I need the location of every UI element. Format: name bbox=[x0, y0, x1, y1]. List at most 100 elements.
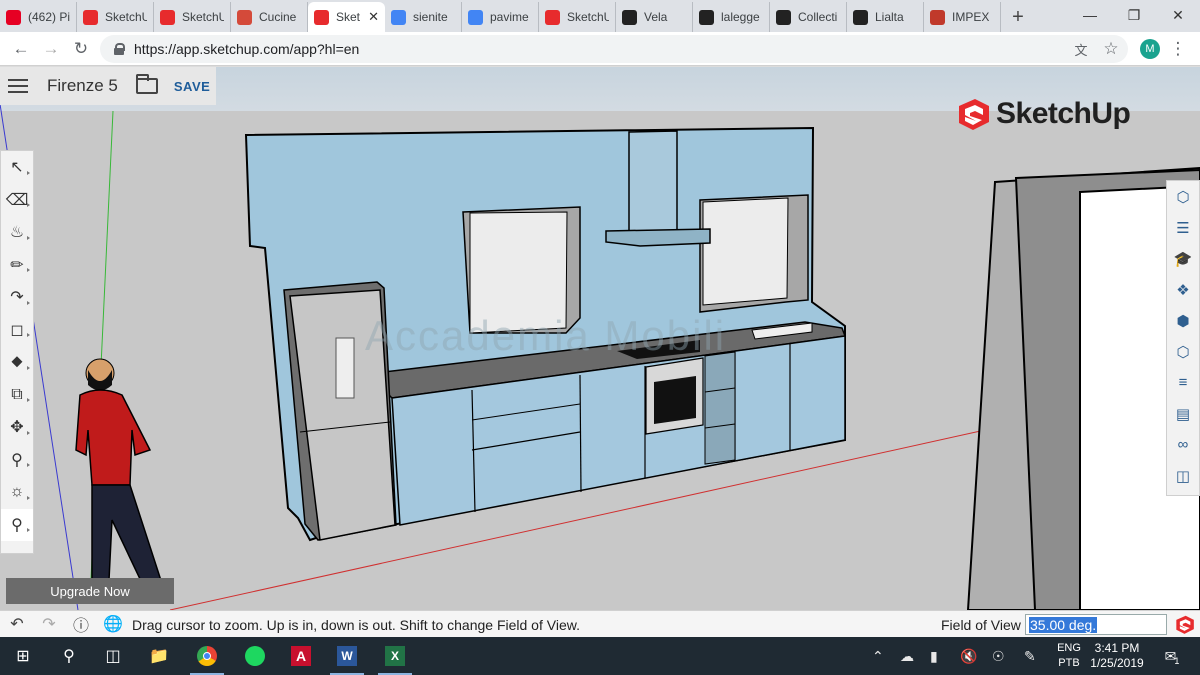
rectangle-tool-icon[interactable]: ◻ bbox=[1, 314, 33, 347]
new-tab-button[interactable]: + bbox=[1001, 2, 1035, 32]
autocad-icon[interactable]: A bbox=[278, 637, 324, 675]
google-icon bbox=[468, 9, 483, 25]
chrome-icon[interactable] bbox=[184, 637, 230, 675]
language-code: ENG bbox=[1057, 642, 1081, 654]
sketchup-logo-text: SketchUp bbox=[996, 97, 1131, 130]
open-folder-icon[interactable] bbox=[135, 74, 158, 94]
arc-tool-icon[interactable]: ↷ bbox=[1, 281, 33, 314]
z-site-icon bbox=[853, 9, 868, 25]
excel-icon[interactable]: X bbox=[372, 637, 418, 675]
onedrive-icon[interactable]: ☁ bbox=[900, 648, 914, 665]
browser-tab[interactable]: Vela bbox=[616, 2, 693, 32]
zoom-tool-icon[interactable]: ⚲ bbox=[1, 508, 33, 541]
orbit-tool-icon[interactable]: ☼ bbox=[1, 476, 33, 509]
back-icon[interactable]: ← bbox=[8, 36, 34, 62]
sketchup-logo: SketchUp bbox=[955, 96, 1131, 132]
help-icon[interactable]: ⓘ bbox=[68, 611, 94, 637]
redo-icon[interactable]: ↷ bbox=[36, 611, 62, 637]
action-center-icon[interactable]: ✉ 1 bbox=[1152, 637, 1192, 675]
spotify-icon[interactable] bbox=[232, 637, 278, 675]
hamburger-menu-icon[interactable] bbox=[8, 79, 28, 93]
a-site-icon bbox=[699, 9, 714, 25]
browser-tab[interactable]: lalegge bbox=[693, 2, 770, 32]
maximize-button[interactable]: ❐ bbox=[1112, 0, 1156, 30]
instructor-icon[interactable]: 🎓 bbox=[1167, 243, 1199, 274]
tab-title: Vela bbox=[644, 10, 668, 24]
sketchup-icon bbox=[83, 9, 98, 25]
close-window-button[interactable]: ✕ bbox=[1156, 0, 1200, 30]
scenes-icon[interactable]: ▤ bbox=[1167, 398, 1199, 429]
upgrade-now-button[interactable]: Upgrade Now bbox=[6, 578, 174, 604]
search-icon[interactable]: ⚲ bbox=[46, 637, 92, 675]
minimize-button[interactable]: — bbox=[1068, 0, 1112, 30]
tab-title: Collecti bbox=[798, 10, 838, 24]
move-tool-icon[interactable]: ✥ bbox=[1, 411, 33, 444]
system-clock[interactable]: 3:41 PM 1/25/2019 bbox=[1090, 641, 1144, 671]
browser-tab[interactable]: SketchU bbox=[154, 2, 231, 32]
left-toolbar: ↖ ⌫ ♨ ✏ ↷ ◻ ⬥ ⧉ ✥ ⚲ ☼ ⚲ bbox=[0, 150, 34, 554]
reload-icon[interactable]: ↻ bbox=[68, 36, 94, 62]
3d-warehouse-icon[interactable]: ◫ bbox=[1167, 460, 1199, 491]
sketchup-logo-icon bbox=[959, 99, 989, 130]
fov-input[interactable]: 35.00 deg. bbox=[1025, 614, 1167, 635]
word-icon[interactable]: W bbox=[324, 637, 370, 675]
volume-muted-icon[interactable]: 🔇 bbox=[960, 648, 977, 665]
layers-icon[interactable]: ≡ bbox=[1167, 367, 1199, 398]
browser-tab[interactable]: IMPEX bbox=[924, 2, 1001, 32]
person-shirt bbox=[75, 389, 152, 486]
browser-tab[interactable]: pavime bbox=[462, 2, 539, 32]
browser-tab[interactable]: Sket ✕ bbox=[308, 2, 385, 32]
battery-icon[interactable]: ▮ bbox=[930, 648, 938, 665]
model-viewport[interactable]: Accademia Mobili bbox=[0, 67, 1200, 610]
google-icon bbox=[391, 9, 406, 25]
styles-icon[interactable]: ⬡ bbox=[1167, 336, 1199, 367]
forward-icon[interactable]: → bbox=[38, 36, 64, 62]
wifi-icon[interactable]: ☉ bbox=[992, 648, 1005, 665]
undo-icon[interactable]: ↶ bbox=[4, 611, 30, 637]
url-field[interactable]: https://app.sketchup.com/app?hl=en bbox=[100, 35, 1128, 63]
tab-title: Cucine bbox=[259, 10, 297, 24]
close-tab-icon[interactable]: ✕ bbox=[368, 9, 379, 25]
tab-title: Lialta bbox=[875, 10, 904, 24]
outliner-icon[interactable]: ☰ bbox=[1167, 212, 1199, 243]
browser-tab[interactable]: SketchU bbox=[539, 2, 616, 32]
url-text: https://app.sketchup.com/app?hl=en bbox=[134, 41, 360, 57]
input-language[interactable]: ENG PTB bbox=[1054, 641, 1084, 671]
browser-tab[interactable]: Cucine bbox=[231, 2, 308, 32]
pen-icon[interactable]: ✎ bbox=[1024, 648, 1036, 665]
browser-tab[interactable]: sienite bbox=[385, 2, 462, 32]
watermark-text: Accademia Mobili bbox=[365, 312, 726, 359]
tab-title: SketchU bbox=[182, 10, 224, 24]
bookmark-star-icon[interactable]: ☆ bbox=[1098, 36, 1124, 62]
materials-icon[interactable]: ⬢ bbox=[1167, 305, 1199, 336]
show-hidden-icons-icon[interactable]: ⌃ bbox=[872, 648, 884, 665]
browser-menu-icon[interactable]: ⋮ bbox=[1165, 36, 1191, 62]
m-circle-icon bbox=[776, 9, 791, 25]
profile-avatar[interactable]: M bbox=[1140, 39, 1160, 59]
tab-title: pavime bbox=[490, 10, 529, 24]
line-tool-icon[interactable]: ✏ bbox=[1, 249, 33, 282]
tape-measure-tool-icon[interactable]: ⚲ bbox=[1, 444, 33, 477]
browser-tab[interactable]: Collecti bbox=[770, 2, 847, 32]
display-icon[interactable]: ∞ bbox=[1167, 429, 1199, 460]
windows-start-icon[interactable]: ⊞ bbox=[0, 637, 46, 675]
paint-bucket-tool-icon[interactable]: ♨ bbox=[1, 216, 33, 249]
sketchup-small-icon[interactable] bbox=[1174, 614, 1195, 635]
save-button[interactable]: SAVE bbox=[174, 79, 210, 94]
translate-icon[interactable]: 文 bbox=[1068, 36, 1094, 62]
file-explorer-icon[interactable]: 📁 bbox=[136, 637, 182, 675]
entity-info-icon[interactable]: ⬡ bbox=[1167, 181, 1199, 212]
push-pull-tool-icon[interactable]: ⬥ bbox=[1, 346, 33, 379]
task-view-icon[interactable]: ◫ bbox=[90, 637, 136, 675]
hood-chimney bbox=[628, 130, 678, 235]
status-message: Drag cursor to zoom. Up is in, down is o… bbox=[132, 617, 580, 633]
offset-tool-icon[interactable]: ⧉ bbox=[1, 379, 33, 412]
language-globe-icon[interactable]: 🌐 bbox=[100, 611, 126, 637]
eraser-tool-icon[interactable]: ⌫ bbox=[1, 184, 33, 217]
browser-tab[interactable]: SketchU bbox=[77, 2, 154, 32]
components-icon[interactable]: ❖ bbox=[1167, 274, 1199, 305]
browser-tab[interactable]: (462) Pi bbox=[0, 2, 77, 32]
model-title[interactable]: Firenze 5 bbox=[47, 76, 118, 96]
browser-tab[interactable]: Lialta bbox=[847, 2, 924, 32]
select-tool-icon[interactable]: ↖ bbox=[1, 151, 33, 184]
